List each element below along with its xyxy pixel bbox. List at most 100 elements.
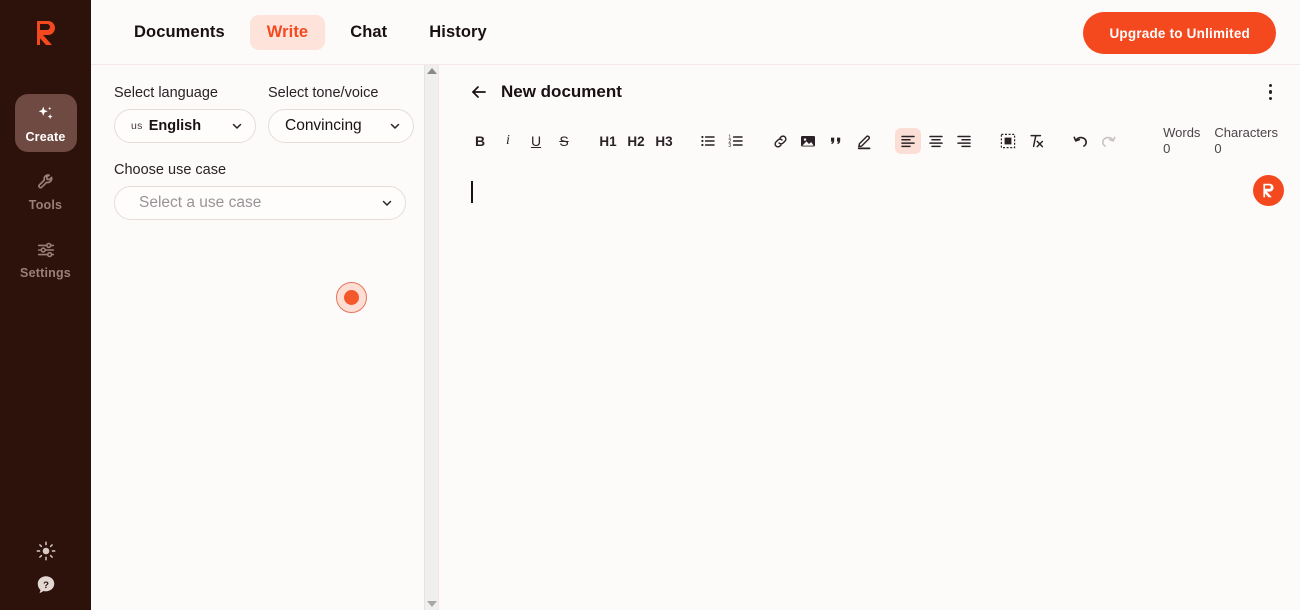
language-tone-row: Select language us English Select tone/v… bbox=[114, 85, 424, 143]
word-count: Words 0 bbox=[1163, 125, 1200, 158]
bullet-list-button[interactable] bbox=[695, 128, 721, 154]
sidebar-item-tools-label: Tools bbox=[28, 198, 63, 212]
insert-block-button[interactable] bbox=[995, 128, 1021, 154]
click-indicator-dot bbox=[344, 290, 359, 305]
link-button[interactable] bbox=[767, 128, 793, 154]
bold-button[interactable]: B bbox=[467, 128, 493, 154]
click-indicator bbox=[336, 282, 367, 313]
left-rail: Create Tools Settings ? bbox=[0, 0, 91, 610]
align-left-icon bbox=[901, 135, 915, 148]
heading-3-button[interactable]: H3 bbox=[651, 128, 677, 154]
numbered-list-button[interactable]: 1 2 3 bbox=[723, 128, 749, 154]
heading-1-button[interactable]: H1 bbox=[595, 128, 621, 154]
assistant-avatar-button[interactable] bbox=[1253, 175, 1284, 206]
character-count-value: 0 bbox=[1214, 141, 1222, 156]
back-arrow-icon[interactable] bbox=[469, 82, 489, 102]
undo-button[interactable] bbox=[1067, 128, 1093, 154]
kebab-menu-icon[interactable] bbox=[1265, 80, 1277, 105]
sidebar-item-settings-label: Settings bbox=[20, 266, 71, 280]
strikethrough-glyph: S bbox=[559, 133, 569, 149]
align-center-button[interactable] bbox=[923, 128, 949, 154]
document-editor: New document B i U S H1 H2 H3 1 2 3 Word… bbox=[439, 65, 1300, 610]
link-icon bbox=[773, 134, 787, 148]
image-icon bbox=[801, 136, 815, 147]
document-counters: Words 0 Characters 0 bbox=[1163, 125, 1282, 158]
write-settings-panel: Select language us English Select tone/v… bbox=[91, 65, 424, 610]
clear-formatting-button[interactable] bbox=[1023, 128, 1049, 154]
chevron-down-icon bbox=[390, 123, 400, 130]
language-select-value: English bbox=[148, 118, 202, 134]
redo-button[interactable] bbox=[1095, 128, 1121, 154]
word-count-label: Words bbox=[1163, 124, 1201, 140]
tone-field: Select tone/voice Convincing bbox=[268, 85, 414, 143]
document-canvas[interactable] bbox=[439, 163, 1300, 610]
character-count-label: Characters bbox=[1214, 124, 1278, 140]
tab-chat[interactable]: Chat bbox=[333, 15, 404, 50]
tab-documents[interactable]: Documents bbox=[117, 15, 242, 50]
app-root: Create Tools Settings ? Documents Write … bbox=[0, 0, 1300, 610]
text-caret bbox=[471, 181, 473, 203]
question-mark-icon[interactable]: ? bbox=[35, 574, 57, 596]
quote-icon bbox=[831, 137, 841, 145]
character-count: Characters 0 bbox=[1214, 125, 1278, 158]
upgrade-to-unlimited-button[interactable]: Upgrade to Unlimited bbox=[1083, 12, 1276, 54]
sidebar-item-create[interactable]: Create bbox=[14, 94, 77, 152]
tab-history[interactable]: History bbox=[412, 15, 504, 50]
document-header: New document bbox=[439, 65, 1300, 119]
wrench-icon bbox=[37, 174, 53, 189]
insert-block-icon bbox=[1000, 133, 1016, 149]
align-center-icon bbox=[929, 135, 943, 148]
tab-write[interactable]: Write bbox=[249, 14, 326, 50]
language-select[interactable]: us English bbox=[114, 109, 256, 143]
svg-text:?: ? bbox=[43, 580, 49, 591]
choose-use-case-label: Choose use case bbox=[114, 162, 227, 178]
tone-select[interactable]: Convincing bbox=[268, 109, 414, 143]
use-case-select[interactable]: Select a use case bbox=[114, 186, 406, 220]
chevron-down-icon bbox=[382, 200, 392, 207]
heading-2-glyph: H2 bbox=[627, 133, 645, 149]
rail-nav: Create Tools Settings bbox=[0, 94, 91, 288]
sidebar-item-settings[interactable]: Settings bbox=[15, 230, 77, 288]
scroll-up-arrow[interactable] bbox=[426, 68, 437, 74]
content-row: Select language us English Select tone/v… bbox=[91, 65, 1300, 610]
language-field: Select language us English bbox=[114, 85, 256, 143]
logo-r-icon bbox=[36, 21, 55, 45]
kebab-dot bbox=[1268, 83, 1272, 88]
align-left-button[interactable] bbox=[895, 128, 921, 154]
underline-button[interactable]: U bbox=[523, 128, 549, 154]
us-flag-icon: us bbox=[131, 120, 143, 132]
select-tone-label: Select tone/voice bbox=[268, 85, 379, 101]
use-case-placeholder: Select a use case bbox=[139, 194, 262, 211]
app-logo[interactable] bbox=[23, 12, 69, 54]
panel-scrollbar[interactable] bbox=[424, 65, 438, 610]
clear-formatting-icon bbox=[1030, 134, 1044, 148]
chevron-down-icon bbox=[232, 123, 242, 130]
kebab-dot bbox=[1268, 90, 1272, 94]
heading-1-glyph: H1 bbox=[599, 133, 617, 149]
tone-select-value: Convincing bbox=[285, 117, 362, 134]
blockquote-button[interactable] bbox=[823, 128, 849, 154]
svg-text:3: 3 bbox=[728, 143, 731, 149]
undo-icon bbox=[1072, 136, 1087, 147]
align-right-icon bbox=[957, 135, 971, 148]
sliders-icon bbox=[37, 242, 54, 258]
italic-button[interactable]: i bbox=[495, 128, 521, 154]
bullet-list-icon bbox=[701, 135, 715, 147]
align-right-button[interactable] bbox=[951, 128, 977, 154]
top-navigation-bar: Documents Write Chat History Upgrade to … bbox=[91, 0, 1300, 65]
highlighter-button[interactable] bbox=[851, 128, 877, 154]
kebab-dot bbox=[1268, 96, 1272, 101]
word-count-value: 0 bbox=[1163, 141, 1171, 156]
select-language-label: Select language bbox=[114, 85, 218, 101]
use-case-field: Choose use case Select a use case bbox=[114, 162, 424, 220]
heading-2-button[interactable]: H2 bbox=[623, 128, 649, 154]
scroll-down-arrow[interactable] bbox=[426, 601, 437, 607]
highlighter-pen-icon bbox=[857, 134, 870, 149]
editor-toolbar: B i U S H1 H2 H3 1 2 3 Words 0 Character… bbox=[439, 119, 1300, 163]
logo-r-icon bbox=[1263, 183, 1274, 198]
strikethrough-button[interactable]: S bbox=[551, 128, 577, 154]
bold-glyph: B bbox=[474, 133, 486, 149]
image-button[interactable] bbox=[795, 128, 821, 154]
sun-icon[interactable] bbox=[35, 540, 57, 562]
sidebar-item-tools[interactable]: Tools bbox=[15, 162, 77, 220]
